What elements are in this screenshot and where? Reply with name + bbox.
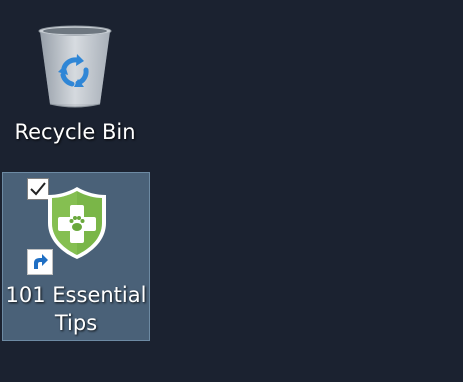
app-shortcut-label: 101 Essential Tips (3, 281, 149, 337)
desktop-icon-101-essential-tips[interactable]: 101 Essential Tips (2, 172, 150, 341)
app-shortcut-label-line2: Tips (54, 311, 98, 335)
shortcut-arrow-icon (27, 249, 53, 275)
green-shield-cross-icon (48, 187, 106, 259)
recycle-bin-label: Recycle Bin (14, 120, 136, 144)
recycle-bin-icon (38, 25, 112, 108)
app-shortcut-label-line1: 101 Essential (5, 283, 147, 307)
desktop-icon-recycle-bin[interactable]: Recycle Bin (2, 14, 148, 156)
desktop[interactable]: Recycle Bin 101 Essential Tips (0, 0, 463, 382)
